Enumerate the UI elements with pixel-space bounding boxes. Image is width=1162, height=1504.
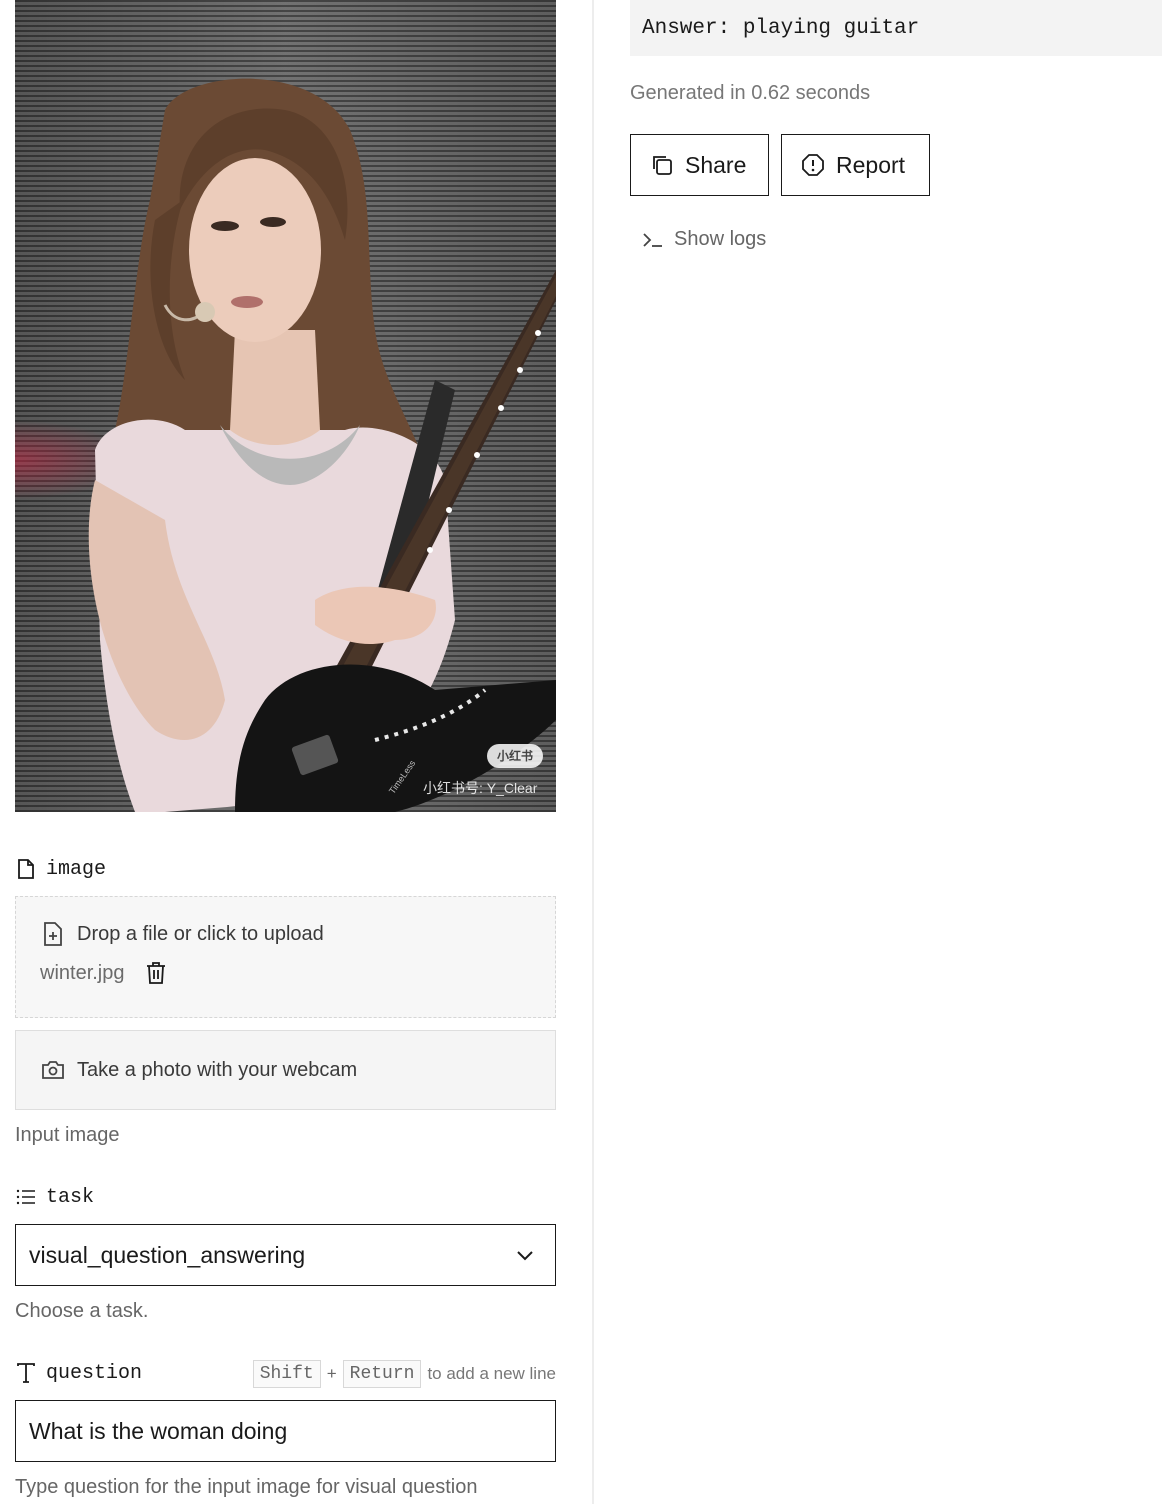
performer-photo xyxy=(88,78,556,812)
image-field-label: image xyxy=(15,857,106,881)
terminal-icon xyxy=(642,229,664,251)
chevron-down-icon xyxy=(517,1251,533,1261)
file-icon xyxy=(15,858,37,880)
share-button-label: Share xyxy=(685,151,747,178)
question-field-label-text: question xyxy=(46,1361,143,1385)
question-help-text: Type question for the input image for vi… xyxy=(15,1476,478,1498)
webcam-button[interactable]: Take a photo with your webcam xyxy=(15,1030,556,1110)
file-drop-zone[interactable]: Drop a file or click to upload winter.jp… xyxy=(15,896,556,1018)
task-select[interactable]: visual_question_answering xyxy=(15,1224,556,1286)
task-field-label-text: task xyxy=(46,1185,95,1209)
task-select-value: visual_question_answering xyxy=(29,1241,306,1268)
return-key: Return xyxy=(342,1360,422,1388)
image-help-text: Input image xyxy=(15,1124,120,1146)
watermark-badge: 小红书 xyxy=(487,744,543,768)
image-field-label-text: image xyxy=(46,857,107,881)
upload-prompt[interactable]: Drop a file or click to upload xyxy=(40,921,324,947)
report-button[interactable]: Report xyxy=(781,134,930,196)
task-field-label: task xyxy=(15,1185,94,1209)
answer-output: Answer: playing guitar xyxy=(630,0,1162,56)
generation-time: Generated in 0.62 seconds xyxy=(630,82,871,104)
panel-divider xyxy=(592,0,594,1504)
newline-shortcut-hint: Shift + Return to add a new line xyxy=(252,1360,556,1388)
show-logs-label: Show logs xyxy=(674,228,767,250)
shift-key: Shift xyxy=(252,1360,321,1388)
copy-icon xyxy=(649,152,675,178)
shortcut-hint-text: to add a new line xyxy=(427,1364,556,1383)
task-help-text: Choose a task. xyxy=(15,1300,149,1322)
file-plus-icon xyxy=(40,921,66,947)
answer-text: Answer: playing guitar xyxy=(642,16,920,40)
plus-sign: + xyxy=(326,1364,337,1383)
image-preview: 小红书 小红书号: Y_Clear TimeLess xyxy=(15,0,556,812)
upload-prompt-text: Drop a file or click to upload xyxy=(77,922,324,945)
uploaded-file: winter.jpg xyxy=(40,961,167,985)
trash-icon[interactable] xyxy=(145,961,167,985)
question-input[interactable]: What is the woman doing xyxy=(15,1400,556,1462)
share-button[interactable]: Share xyxy=(630,134,769,196)
watermark-text: 小红书号: Y_Clear xyxy=(423,780,538,796)
uploaded-filename: winter.jpg xyxy=(40,961,125,984)
report-button-label: Report xyxy=(836,151,906,178)
text-icon xyxy=(15,1362,37,1384)
question-input-value: What is the woman doing xyxy=(29,1417,288,1444)
camera-icon xyxy=(40,1057,66,1083)
question-field-label: question xyxy=(15,1361,142,1385)
alert-octagon-icon xyxy=(800,152,826,178)
input-panel: 小红书 小红书号: Y_Clear TimeLess image Drop a … xyxy=(15,0,556,1498)
list-icon xyxy=(15,1186,37,1208)
webcam-button-label: Take a photo with your webcam xyxy=(77,1058,358,1081)
show-logs-toggle[interactable]: Show logs xyxy=(642,228,766,251)
